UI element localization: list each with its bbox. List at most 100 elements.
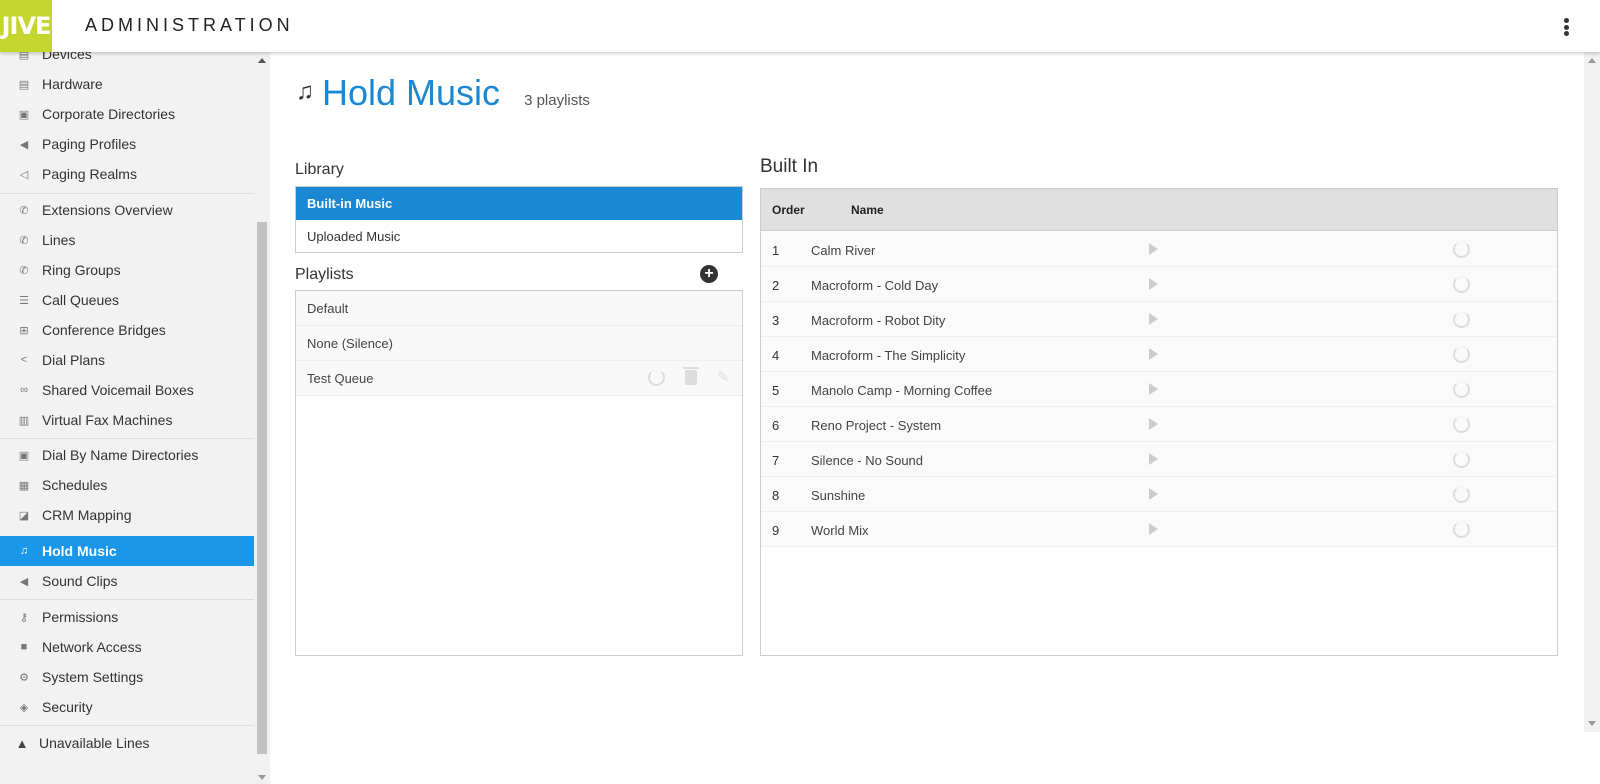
sidebar-item-label: Corporate Directories: [42, 106, 176, 122]
main-scrollbar[interactable]: [1584, 52, 1600, 732]
sidebar-item-lines[interactable]: ✆ Lines: [0, 225, 254, 255]
sidebar-item-system-settings[interactable]: ⚙ System Settings: [0, 662, 254, 692]
key-icon: ⚷: [19, 611, 29, 624]
column-header-name[interactable]: Name: [851, 203, 884, 217]
sidebar-item-extensions-overview[interactable]: ✆ Extensions Overview: [0, 195, 254, 225]
devices-icon: ▤: [18, 52, 30, 61]
play-icon[interactable]: [1149, 243, 1158, 255]
conference-icon: ⊞: [19, 324, 29, 337]
table-row[interactable]: 3 Macroform - Robot Dity: [761, 302, 1557, 337]
sidebar-item-label: System Settings: [42, 669, 144, 685]
megaphone-icon: ◀: [19, 138, 29, 151]
top-bar: JIVE ADMINISTRATION: [0, 0, 1600, 52]
add-playlist-button[interactable]: +: [700, 265, 718, 283]
ring-group-icon: ✆: [19, 264, 29, 277]
sidebar-item-security[interactable]: ◈ Security: [0, 692, 254, 722]
jive-logo[interactable]: JIVE: [0, 0, 52, 52]
sidebar-item-crm-mapping[interactable]: ◪ CRM Mapping: [0, 500, 254, 530]
share-icon: <: [20, 354, 28, 366]
sidebar-item-paging-realms[interactable]: ◁ Paging Realms: [0, 159, 254, 189]
table-row[interactable]: 4 Macroform - The Simplicity: [761, 337, 1557, 372]
loading-spinner-icon: [1453, 276, 1470, 293]
sidebar-item-label: Ring Groups: [42, 262, 121, 278]
paging-realm-icon: ◁: [19, 168, 29, 181]
play-icon[interactable]: [1149, 348, 1158, 360]
row-order: 1: [772, 243, 780, 258]
sidebar-item-virtual-fax-machines[interactable]: ▥ Virtual Fax Machines: [0, 405, 254, 435]
directory-icon: ▣: [18, 449, 30, 462]
table-row[interactable]: 9 World Mix: [761, 512, 1557, 547]
sidebar-item-paging-profiles[interactable]: ◀ Paging Profiles: [0, 129, 254, 159]
row-order: 6: [772, 418, 780, 433]
sidebar-scrollbar[interactable]: [254, 52, 270, 784]
loading-spinner-icon: [1453, 381, 1470, 398]
scroll-down-icon[interactable]: [1588, 721, 1596, 726]
sidebar-item-hold-music[interactable]: ♫ Hold Music: [0, 536, 254, 566]
voicemail-icon: ∞: [20, 384, 28, 396]
table-row[interactable]: 2 Macroform - Cold Day: [761, 267, 1557, 302]
playlist-name: Test Queue: [307, 370, 374, 386]
play-icon[interactable]: [1149, 418, 1158, 430]
sidebar-item-network-access[interactable]: ■ Network Access: [0, 632, 254, 662]
table-row[interactable]: 8 Sunshine: [761, 477, 1557, 512]
scroll-up-icon[interactable]: [258, 58, 266, 63]
play-icon[interactable]: [1149, 453, 1158, 465]
sidebar-item-label: Paging Realms: [42, 166, 137, 182]
pencil-icon[interactable]: ✎: [717, 369, 734, 386]
sidebar-item-conference-bridges[interactable]: ⊞ Conference Bridges: [0, 315, 254, 345]
table-row[interactable]: 7 Silence - No Sound: [761, 442, 1557, 477]
column-header-order[interactable]: Order: [772, 203, 805, 217]
loading-spinner-icon: [1453, 486, 1470, 503]
scrollbar-thumb[interactable]: [257, 222, 267, 754]
app-title: ADMINISTRATION: [85, 15, 294, 35]
playlist-item[interactable]: Default: [296, 291, 742, 326]
phone-icon: ✆: [19, 234, 29, 247]
table-row[interactable]: 1 Calm River: [761, 232, 1557, 267]
directory-icon: ▣: [18, 108, 30, 121]
play-icon[interactable]: [1149, 383, 1158, 395]
row-order: 3: [772, 313, 780, 328]
shield-icon: ◈: [19, 701, 29, 714]
playlist-item[interactable]: None (Silence): [296, 326, 742, 361]
sidebar-item-devices[interactable]: ▤ Devices: [0, 52, 254, 69]
sidebar-item-ring-groups[interactable]: ✆ Ring Groups: [0, 255, 254, 285]
play-icon[interactable]: [1149, 313, 1158, 325]
sidebar-item-sound-clips[interactable]: ◀ Sound Clips: [0, 566, 254, 596]
loading-spinner-icon: [1453, 346, 1470, 363]
playlists-list: Default None (Silence) Test Queue ✎: [295, 290, 743, 656]
loading-spinner-icon: [1453, 521, 1470, 538]
sidebar-item-dial-plans[interactable]: < Dial Plans: [0, 345, 254, 375]
table-row[interactable]: 5 Manolo Camp - Morning Coffee: [761, 372, 1557, 407]
play-icon[interactable]: [1149, 523, 1158, 535]
sidebar-item-hardware[interactable]: ▤ Hardware: [0, 69, 254, 99]
play-icon[interactable]: [1149, 278, 1158, 290]
library-item-uploaded-music[interactable]: Uploaded Music: [296, 220, 742, 253]
row-name: Reno Project - System: [811, 418, 942, 433]
library-item-built-in-music[interactable]: Built-in Music: [296, 187, 742, 220]
table-row[interactable]: 6 Reno Project - System: [761, 407, 1557, 442]
sidebar-item-call-queues[interactable]: ☰ Call Queues: [0, 285, 254, 315]
speaker-icon: ◀: [19, 575, 29, 588]
row-order: 2: [772, 278, 780, 293]
playlists-label: Playlists: [295, 266, 354, 283]
loading-spinner-icon: [1453, 451, 1470, 468]
more-options-icon[interactable]: [1556, 14, 1576, 40]
playlist-item[interactable]: Test Queue ✎: [296, 361, 742, 396]
sidebar-item-unavailable-lines[interactable]: ▲ Unavailable Lines: [0, 728, 254, 758]
sidebar-item-dial-by-name-directories[interactable]: ▣ Dial By Name Directories: [0, 440, 254, 470]
page-title: Hold Music: [322, 72, 501, 113]
row-order: 4: [772, 348, 780, 363]
sidebar-item-label: Dial By Name Directories: [42, 447, 199, 463]
loading-spinner-icon: [1453, 311, 1470, 328]
sidebar-item-schedules[interactable]: ▦ Schedules: [0, 470, 254, 500]
play-icon[interactable]: [1149, 488, 1158, 500]
sidebar-item-shared-voicemail-boxes[interactable]: ∞ Shared Voicemail Boxes: [0, 375, 254, 405]
row-order: 8: [772, 488, 780, 503]
scroll-up-icon[interactable]: [1588, 58, 1596, 63]
library-label: Library: [295, 161, 344, 178]
sidebar-item-corporate-directories[interactable]: ▣ Corporate Directories: [0, 99, 254, 129]
scroll-down-icon[interactable]: [258, 775, 266, 780]
sidebar-divider: [0, 725, 254, 726]
trash-icon[interactable]: [683, 367, 699, 385]
sidebar-item-permissions[interactable]: ⚷ Permissions: [0, 602, 254, 632]
